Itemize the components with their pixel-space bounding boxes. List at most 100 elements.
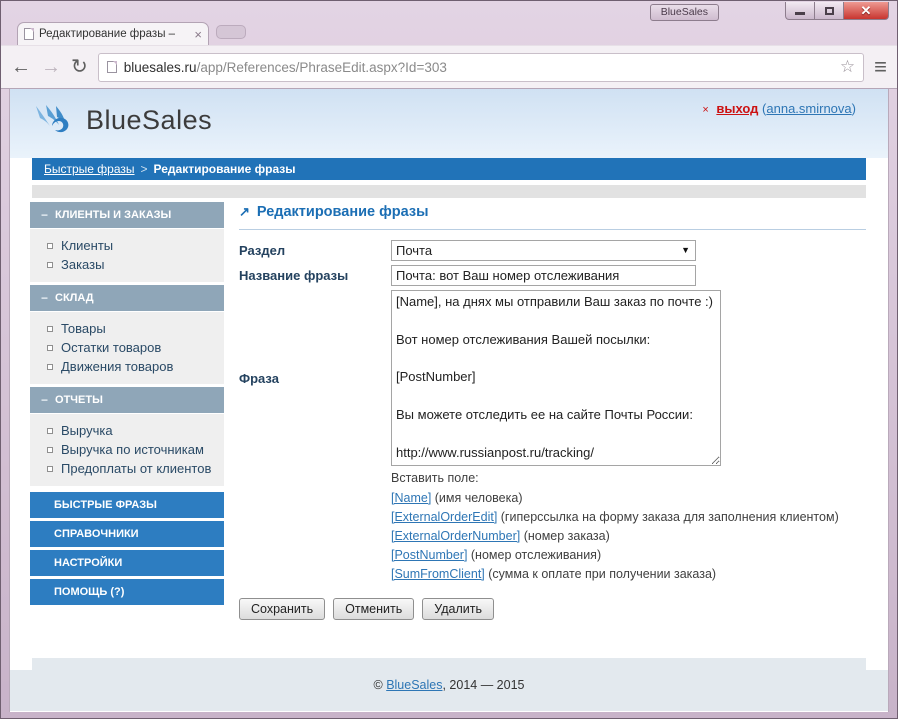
url-domain: bluesales.ru xyxy=(124,60,197,75)
token-sum-from-client-link[interactable]: [SumFromClient] xyxy=(391,567,485,581)
insert-option-external-order-number: [ExternalOrderNumber] (номер заказа) xyxy=(391,527,866,546)
arrow-ne-icon: ↗ xyxy=(239,204,250,220)
bullet-icon xyxy=(47,326,53,332)
tab-title: Редактирование фразы – xyxy=(39,28,189,40)
bullet-icon xyxy=(47,428,53,434)
maximize-button[interactable] xyxy=(815,2,843,20)
sidebar-item-movements[interactable]: Движения товаров xyxy=(30,357,224,376)
close-button[interactable]: ✕ xyxy=(843,2,889,20)
new-tab-button[interactable] xyxy=(216,25,246,39)
sidebar-item-label: Движения товаров xyxy=(61,359,173,374)
bookmark-star-icon[interactable]: ☆ xyxy=(840,57,855,77)
bullet-icon xyxy=(47,243,53,249)
page-title-text: Редактирование фразы xyxy=(257,204,429,220)
sidebar-button-quick-phrases[interactable]: БЫСТРЫЕ ФРАЗЫ xyxy=(30,492,224,518)
delete-button[interactable]: Удалить xyxy=(422,598,494,620)
logout-area: × выход (anna.smirnova) xyxy=(702,101,856,116)
sidebar-item-revenue[interactable]: Выручка xyxy=(30,421,224,440)
insert-option-sum-from-client: [SumFromClient] (сумма к оплате при полу… xyxy=(391,565,866,584)
sidebar-button-references[interactable]: СПРАВОЧНИКИ xyxy=(30,521,224,547)
sidebar-item-stock[interactable]: Остатки товаров xyxy=(30,338,224,357)
collapse-icon[interactable]: − xyxy=(41,291,48,305)
cancel-button[interactable]: Отменить xyxy=(333,598,414,620)
sidebar-item-label: Выручка по источникам xyxy=(61,442,204,457)
form-row-phrase: Фраза [Name], на днях мы отправили Ваш з… xyxy=(239,290,866,466)
token-desc: (имя человека) xyxy=(431,491,522,505)
sidebar-item-label: Остатки товаров xyxy=(61,340,161,355)
sidebar-item-revenue-by-source[interactable]: Выручка по источникам xyxy=(30,440,224,459)
menu-icon[interactable]: ≡ xyxy=(874,58,887,76)
window-badge: BlueSales xyxy=(650,4,719,21)
phrase-field-label: Фраза xyxy=(239,371,391,386)
minimize-button[interactable] xyxy=(785,2,815,20)
content-area: − КЛИЕНТЫ И ЗАКАЗЫ Клиенты Заказы − СКЛА… xyxy=(10,198,888,658)
section-select[interactable]: Почта xyxy=(391,240,696,261)
swoosh-icon xyxy=(34,104,78,136)
page-footer: © BlueSales, 2014 — 2015 xyxy=(10,658,888,711)
sidebar-button-help[interactable]: ПОМОЩЬ (?) xyxy=(30,579,224,605)
sidebar-section-clients[interactable]: − КЛИЕНТЫ И ЗАКАЗЫ xyxy=(30,202,224,228)
sidebar-section-warehouse[interactable]: − СКЛАД xyxy=(30,285,224,311)
logout-x-icon: × xyxy=(702,104,708,116)
token-post-number-link[interactable]: [PostNumber] xyxy=(391,548,467,562)
page-title: ↗ Редактирование фразы xyxy=(239,204,866,220)
collapse-icon[interactable]: − xyxy=(41,208,48,222)
section-select-wrap: Почта ▼ xyxy=(391,240,696,261)
browser-window: Редактирование фразы – × BlueSales ✕ ← →… xyxy=(0,0,898,719)
address-bar[interactable]: bluesales.ru/app/References/PhraseEdit.a… xyxy=(98,53,864,82)
sidebar-button-settings[interactable]: НАСТРОЙКИ xyxy=(30,550,224,576)
phrase-name-input[interactable] xyxy=(391,265,696,286)
divider-strip xyxy=(32,185,866,198)
section-label: СКЛАД xyxy=(55,292,94,304)
bullet-icon xyxy=(47,345,53,351)
bullet-icon xyxy=(47,447,53,453)
phrase-textarea[interactable]: [Name], на днях мы отправили Ваш заказ п… xyxy=(391,290,721,466)
breadcrumb-wrap: Быстрые фразы > Редактирование фразы xyxy=(10,158,888,180)
back-button[interactable]: ← xyxy=(11,57,31,77)
token-desc: (номер отслеживания) xyxy=(467,548,601,562)
token-name-link[interactable]: [Name] xyxy=(391,491,431,505)
sidebar-item-label: Выручка xyxy=(61,423,113,438)
form-row-section: Раздел Почта ▼ xyxy=(239,240,866,261)
sidebar-section-reports[interactable]: − ОТЧЕТЫ xyxy=(30,387,224,413)
logout-link[interactable]: выход xyxy=(716,101,758,116)
token-external-order-edit-link[interactable]: [ExternalOrderEdit] xyxy=(391,510,497,524)
brand-logo: BlueSales xyxy=(34,104,212,136)
copyright-suffix: , 2014 — 2015 xyxy=(442,678,524,692)
forward-button[interactable]: → xyxy=(41,57,61,77)
collapse-icon[interactable]: − xyxy=(41,393,48,407)
bullet-icon xyxy=(47,364,53,370)
url-path: /app/References/PhraseEdit.aspx?Id=303 xyxy=(197,60,447,75)
sidebar-item-orders[interactable]: Заказы xyxy=(30,255,224,274)
breadcrumb-current: Редактирование фразы xyxy=(154,162,296,176)
browser-tab[interactable]: Редактирование фразы – × xyxy=(17,22,209,45)
bullet-icon xyxy=(47,262,53,268)
section-label: КЛИЕНТЫ И ЗАКАЗЫ xyxy=(55,209,171,221)
copyright-text: © BlueSales, 2014 — 2015 xyxy=(374,678,525,692)
section-label: ОТЧЕТЫ xyxy=(55,394,103,406)
token-desc: (гиперссылка на форму заказа для заполне… xyxy=(497,510,838,524)
tab-close-icon[interactable]: × xyxy=(194,28,202,41)
breadcrumb-separator: > xyxy=(141,162,148,176)
favicon-page-icon xyxy=(24,28,34,40)
reload-button[interactable]: ↻ xyxy=(71,57,88,77)
save-button[interactable]: Сохранить xyxy=(239,598,325,620)
section-field-label: Раздел xyxy=(239,240,391,261)
sidebar-items-clients: Клиенты Заказы xyxy=(30,229,224,282)
sidebar-item-goods[interactable]: Товары xyxy=(30,319,224,338)
insert-option-external-order-edit: [ExternalOrderEdit] (гиперссылка на форм… xyxy=(391,508,866,527)
main-panel: ↗ Редактирование фразы Раздел Почта ▼ На… xyxy=(239,202,866,620)
insert-caption: Вставить поле: xyxy=(391,469,866,488)
breadcrumb-parent-link[interactable]: Быстрые фразы xyxy=(44,162,135,176)
sidebar-item-prepayments[interactable]: Предоплаты от клиентов xyxy=(30,459,224,478)
sidebar-items-warehouse: Товары Остатки товаров Движения товаров xyxy=(30,312,224,384)
window-titlebar: Редактирование фразы – × BlueSales ✕ xyxy=(1,1,897,45)
sidebar-items-reports: Выручка Выручка по источникам Предоплаты… xyxy=(30,414,224,486)
footer-brand-link[interactable]: BlueSales xyxy=(386,678,442,692)
brand-name: BlueSales xyxy=(86,105,212,136)
user-link[interactable]: anna.smirnova xyxy=(766,101,851,116)
token-external-order-number-link[interactable]: [ExternalOrderNumber] xyxy=(391,529,520,543)
sidebar-item-label: Клиенты xyxy=(61,238,113,253)
bullet-icon xyxy=(47,466,53,472)
sidebar-item-clients[interactable]: Клиенты xyxy=(30,236,224,255)
